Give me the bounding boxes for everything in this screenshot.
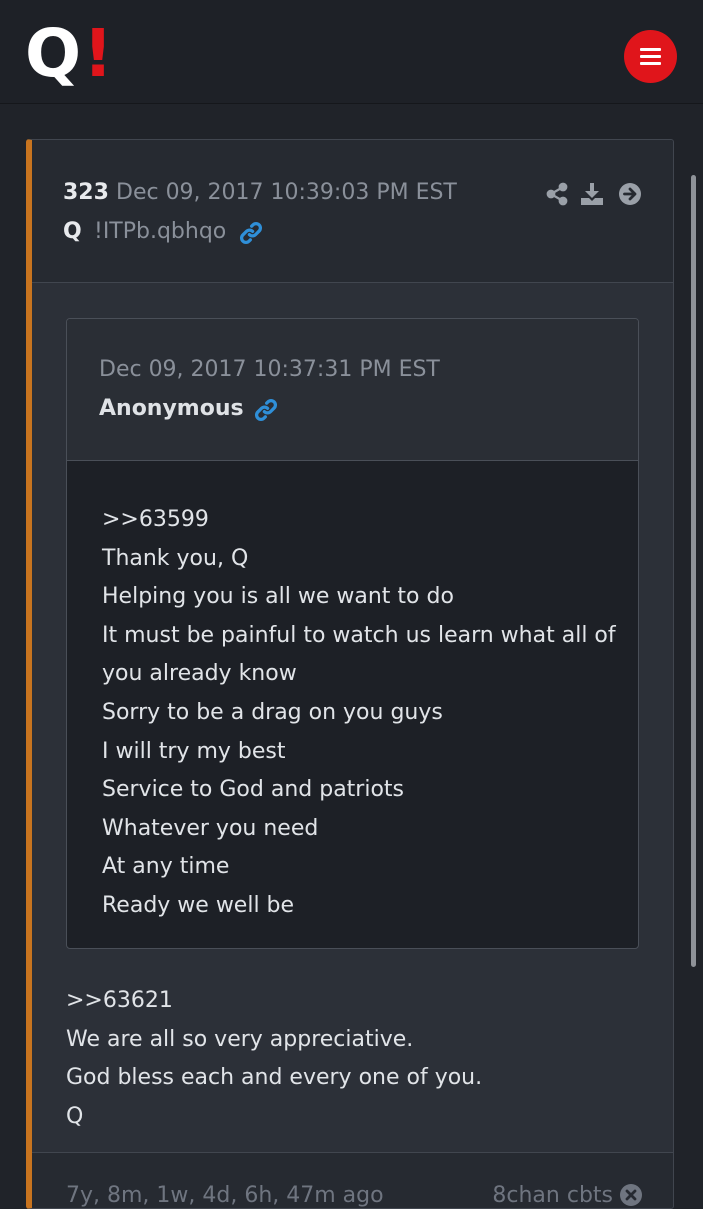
post-date: Dec 09, 2017 10:39:03 PM EST <box>116 180 457 205</box>
post-author: Q <box>63 219 82 244</box>
post-age: 7y, 8m, 1w, 4d, 6h, 47m ago <box>66 1183 384 1208</box>
site-logo[interactable]: Q ! <box>25 16 113 92</box>
quoted-post-line: Helping you is all we want to do <box>102 584 454 610</box>
quoted-post-reference[interactable]: >>63599 <box>102 501 618 540</box>
quoted-post-date: Dec 09, 2017 10:37:31 PM EST <box>99 357 440 382</box>
post-source[interactable]: 8chan cbts <box>492 1183 613 1208</box>
post-reference[interactable]: >>63621 <box>66 982 653 1021</box>
quoted-post-line: Whatever you need <box>102 815 319 841</box>
quoted-post-header: Dec 09, 2017 10:37:31 PM EST Anonymous <box>67 319 638 461</box>
post-footer: 7y, 8m, 1w, 4d, 6h, 47m ago 8chan cbts <box>32 1152 673 1208</box>
hamburger-menu-icon <box>640 55 661 58</box>
link-icon[interactable] <box>253 397 279 423</box>
quoted-post-line: It must be painful to watch us learn wha… <box>102 622 616 648</box>
top-bar: Q ! <box>0 0 703 104</box>
post-body: >>63621 We are all so very appreciative.… <box>66 982 653 1136</box>
post-tripcode: !ITPb.qbhqo <box>94 219 227 244</box>
logo-mark: ! <box>83 15 114 92</box>
link-icon[interactable] <box>238 220 264 246</box>
scrollbar[interactable] <box>691 175 696 967</box>
share-icon[interactable] <box>545 182 569 206</box>
arrow-right-circle-icon[interactable] <box>618 182 642 206</box>
quoted-post-line: Thank you, Q <box>102 545 249 571</box>
close-icon[interactable] <box>619 1183 643 1207</box>
hamburger-menu-icon <box>640 62 661 65</box>
post-header: 323 Dec 09, 2017 10:39:03 PM EST Q !ITPb… <box>32 140 673 283</box>
quoted-post-line: you already know <box>102 661 297 687</box>
quoted-post-line: Service to God and patriots <box>102 777 405 803</box>
post-line: We are all so very appreciative. <box>66 1026 414 1052</box>
quoted-post-body: >>63599 Thank you, Q Helping you is all … <box>102 501 618 926</box>
quoted-post: Dec 09, 2017 10:37:31 PM EST Anonymous >… <box>66 318 639 949</box>
download-icon[interactable] <box>580 182 604 206</box>
quoted-post-line: Ready we well be <box>102 892 295 918</box>
quoted-post-line: I will try my best <box>102 738 286 764</box>
hamburger-menu-icon <box>640 48 661 51</box>
logo-letter: Q <box>25 15 81 92</box>
post-number: 323 <box>63 180 109 205</box>
post-card: 323 Dec 09, 2017 10:39:03 PM EST Q !ITPb… <box>26 139 674 1209</box>
quoted-post-line: Sorry to be a drag on you guys <box>102 699 443 725</box>
post-line: God bless each and every one of you. <box>66 1065 483 1091</box>
quoted-post-line: At any time <box>102 854 230 880</box>
quoted-post-author: Anonymous <box>99 396 244 421</box>
menu-button[interactable] <box>624 30 677 83</box>
post-signature: Q <box>66 1103 84 1129</box>
